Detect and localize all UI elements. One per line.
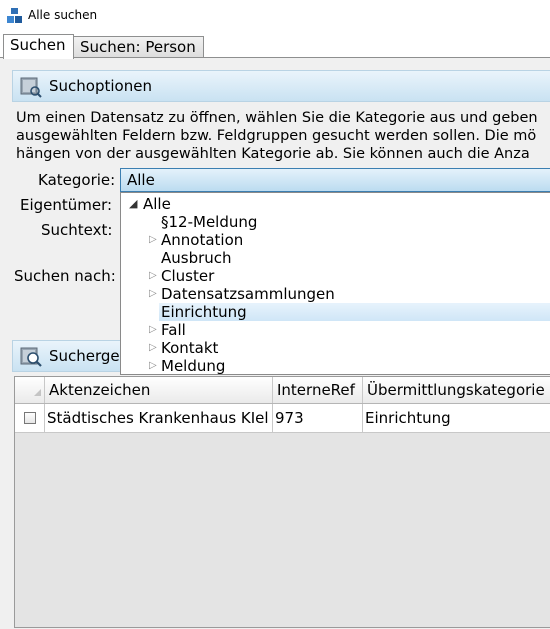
tree-item-label: Meldung: [161, 357, 226, 375]
table-row[interactable]: Städtisches Krankenhaus KIel 973 Einrich…: [15, 404, 550, 433]
tab-label: Suchen: Person: [80, 38, 196, 56]
tab-suchen[interactable]: Suchen: [3, 34, 74, 59]
select-all-header[interactable]: [15, 377, 45, 403]
row-select-cell: [15, 404, 45, 432]
table-cell: 973: [273, 404, 363, 432]
table-header: Aktenzeichen InterneRef Übermittlungskat…: [15, 377, 550, 404]
column-header[interactable]: Übermittlungskategorie: [363, 377, 550, 403]
tab-suchen-person[interactable]: Suchen: Person: [73, 36, 204, 58]
search-options-header[interactable]: Suchoptionen: [12, 70, 550, 102]
tree-item[interactable]: ▷ Kontakt: [121, 339, 550, 357]
description-line: Um einen Datensatz zu öffnen, wählen Sie…: [16, 110, 538, 126]
expand-arrow-icon[interactable]: ▷: [149, 357, 157, 374]
search-options-title: Suchoptionen: [49, 77, 152, 95]
tab-strip: Suchen Suchen: Person: [0, 32, 550, 59]
window-titlebar: Alle suchen: [0, 0, 550, 32]
tree-item-label: Datensatzsammlungen: [161, 285, 335, 303]
search-options-icon: [20, 77, 42, 98]
expand-arrow-icon[interactable]: ▷: [149, 339, 157, 357]
tree-item-label: Cluster: [161, 267, 215, 285]
column-header[interactable]: InterneRef: [273, 377, 363, 403]
tree-item[interactable]: ▷ Fall: [121, 321, 550, 339]
tab-label: Suchen: [10, 36, 66, 54]
collapse-arrow-icon[interactable]: ◢: [129, 195, 137, 213]
tree-item-label: Kontakt: [161, 339, 219, 357]
search-results-title: Sucherge: [49, 347, 120, 365]
search-text-label: Suchtext:: [41, 221, 113, 239]
tree-item[interactable]: ▷ Cluster: [121, 267, 550, 285]
expand-arrow-icon[interactable]: ▷: [149, 285, 157, 303]
category-label: Kategorie:: [38, 171, 116, 189]
search-results-icon: [20, 347, 42, 367]
corner-glyph-icon: [34, 389, 41, 396]
table-cell: Einrichtung: [363, 404, 550, 432]
category-combobox[interactable]: Alle: [120, 168, 550, 192]
description-line: ausgewählten Feldern bzw. Feldgruppen ge…: [16, 128, 537, 144]
row-checkbox[interactable]: [24, 412, 36, 424]
tree-item-label: Fall: [161, 321, 186, 339]
tree-item-label: Annotation: [161, 231, 244, 249]
tree-item-label: Ausbruch: [161, 249, 232, 267]
tree-root-item[interactable]: ◢ Alle: [121, 195, 550, 213]
app-icon: [7, 8, 22, 23]
tree-item-label: §12-Meldung: [161, 213, 258, 231]
tree-item[interactable]: ▷ Meldung: [121, 357, 550, 375]
owner-label: Eigentümer:: [20, 196, 113, 214]
tree-item-label: Alle: [143, 195, 171, 213]
tree-item-label: Einrichtung: [161, 303, 247, 321]
category-value: Alle: [127, 171, 155, 189]
expand-arrow-icon[interactable]: ▷: [149, 267, 157, 285]
expand-arrow-icon[interactable]: ▷: [149, 321, 157, 339]
search-description: Um einen Datensatz zu öffnen, wählen Sie…: [16, 109, 550, 163]
expand-arrow-icon[interactable]: ▷: [149, 231, 157, 249]
tree-item[interactable]: §12-Meldung: [121, 213, 550, 231]
search-by-label: Suchen nach:: [14, 267, 116, 285]
table-cell: Städtisches Krankenhaus KIel: [45, 404, 273, 432]
tree-item-selected[interactable]: Einrichtung: [159, 303, 550, 321]
description-line: hängen von der ausgewählten Kategorie ab…: [16, 146, 530, 162]
column-header[interactable]: Aktenzeichen: [45, 377, 273, 403]
tree-item[interactable]: ▷ Annotation: [121, 231, 550, 249]
tree-item[interactable]: Ausbruch: [121, 249, 550, 267]
tree-item[interactable]: ▷ Datensatzsammlungen: [121, 285, 550, 303]
results-table: Aktenzeichen InterneRef Übermittlungskat…: [14, 376, 550, 628]
window-title: Alle suchen: [28, 8, 98, 22]
category-dropdown: ◢ Alle §12-Meldung ▷ Annotation Ausbruch…: [120, 192, 550, 375]
